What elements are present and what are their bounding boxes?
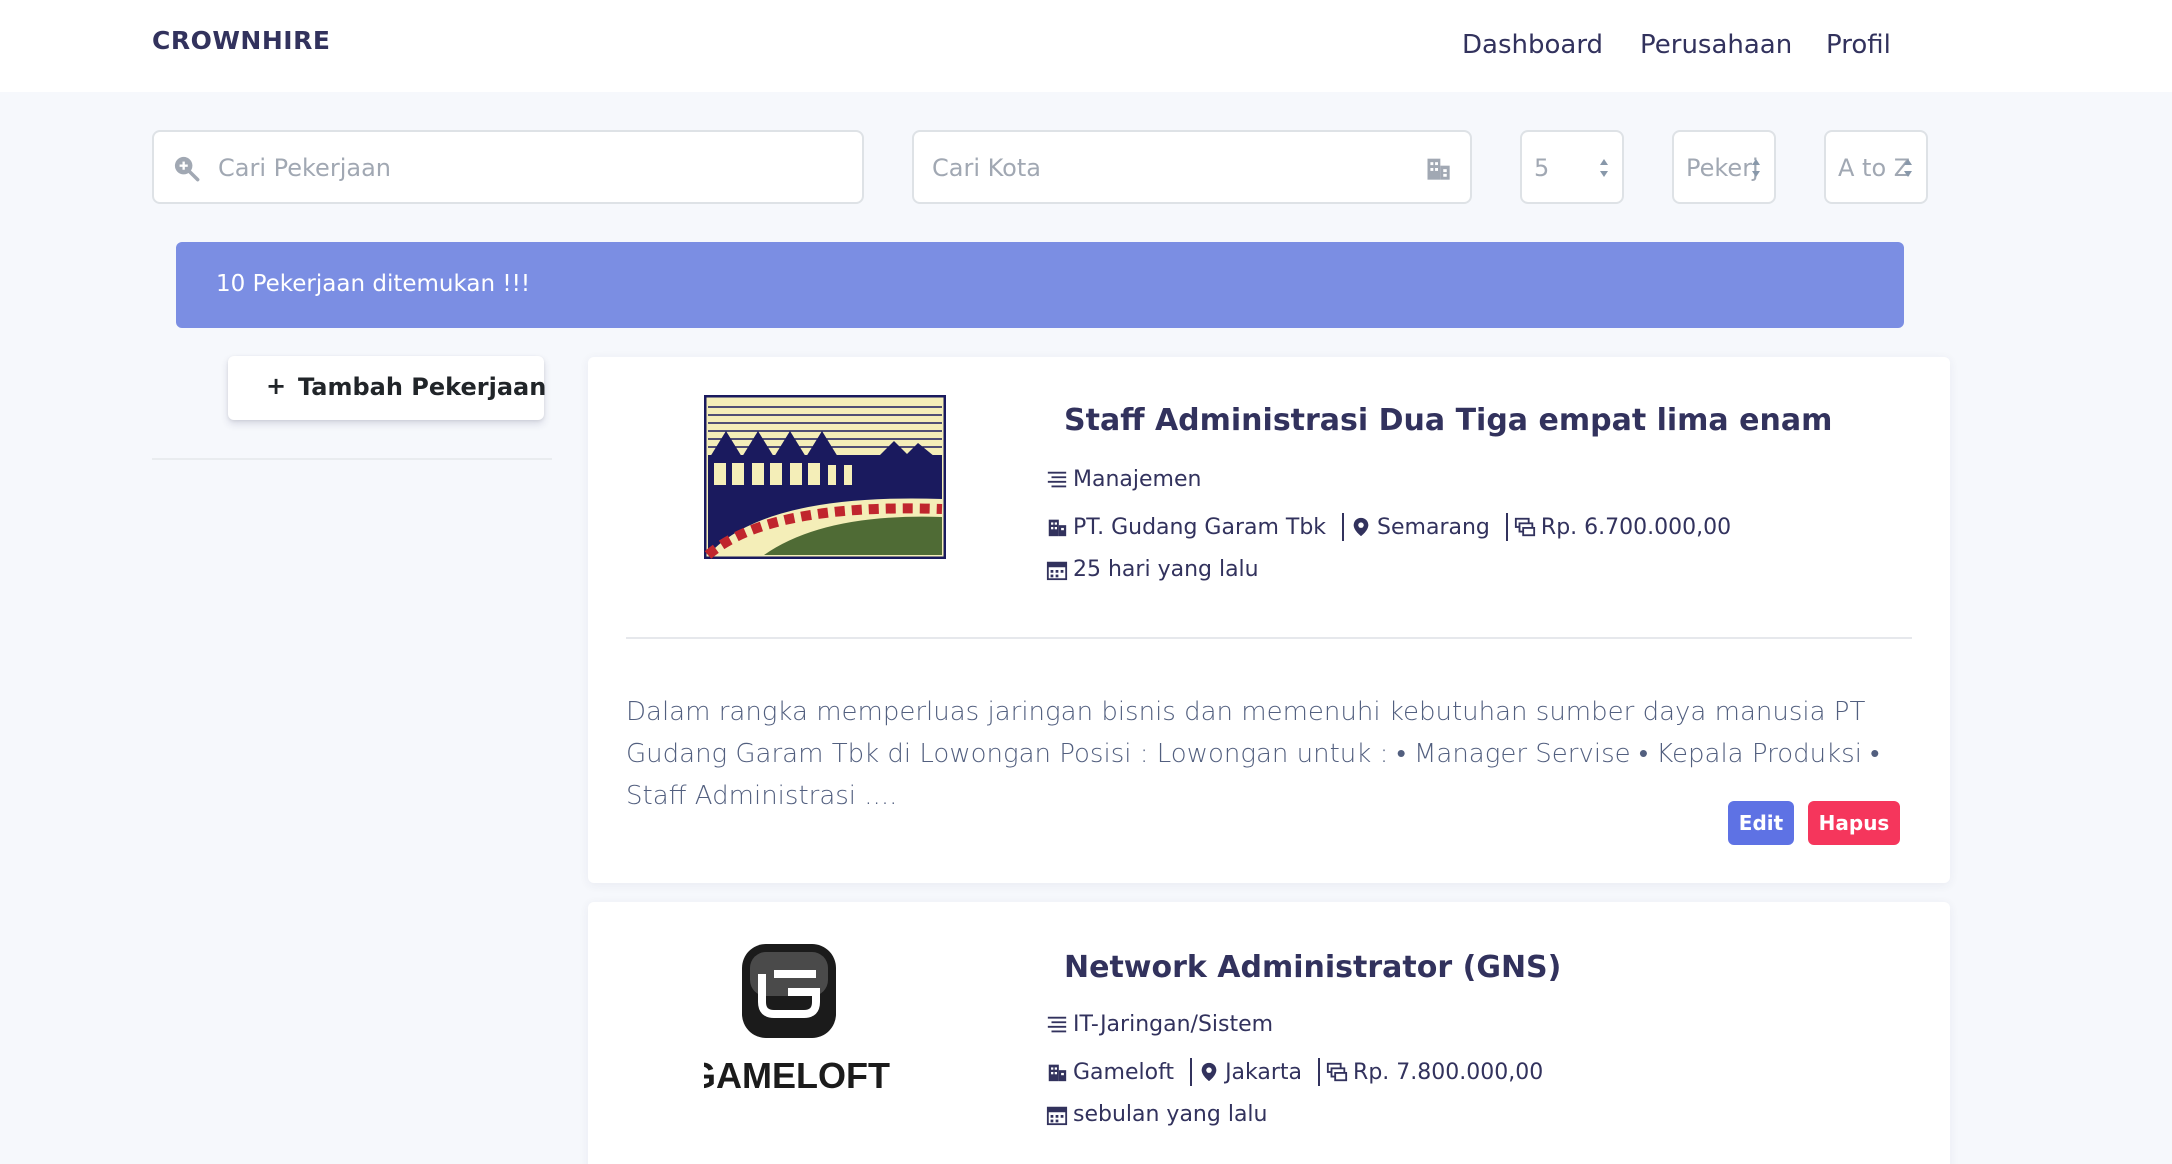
- job-card: Staff Administrasi Dua Tiga empat lima e…: [588, 357, 1950, 883]
- map-pin-icon: [1201, 1062, 1217, 1082]
- meta-separator: [1505, 513, 1508, 541]
- job-category: Manajemen: [1046, 467, 1201, 492]
- select-arrows-icon: [1752, 159, 1760, 177]
- gudang-garam-logo: [704, 395, 946, 559]
- add-job-label: Tambah Pekerjaan: [298, 373, 547, 401]
- category-value: Pekerj: [1686, 154, 1759, 182]
- align-lines-icon: [1047, 471, 1067, 487]
- delete-button[interactable]: Hapus: [1808, 801, 1900, 845]
- edit-button[interactable]: Edit: [1728, 801, 1794, 845]
- job-category-text: IT-Jaringan/Sistem: [1073, 1012, 1274, 1037]
- building-icon: [1048, 519, 1067, 537]
- select-arrows-icon: [1904, 159, 1912, 177]
- search-job-placeholder: Cari Pekerjaan: [218, 154, 391, 182]
- search-city-placeholder: Cari Kota: [932, 154, 1041, 182]
- per-page-select[interactable]: 5: [1520, 130, 1624, 204]
- job-salary-text: Rp. 7.800.000,00: [1353, 1059, 1544, 1085]
- nav-link-dashboard[interactable]: Dashboard: [1462, 30, 1603, 60]
- align-lines-icon: [1047, 1016, 1067, 1032]
- nav-link-profil[interactable]: Profil: [1826, 30, 1891, 60]
- job-category-text: Manajemen: [1073, 467, 1202, 492]
- meta-separator: [1342, 513, 1345, 541]
- job-company-text: PT. Gudang Garam Tbk: [1073, 514, 1327, 540]
- job-title[interactable]: Staff Administrasi Dua Tiga empat lima e…: [1064, 403, 1832, 438]
- category-select[interactable]: Pekerj: [1672, 130, 1776, 204]
- plus-icon: +: [266, 372, 287, 400]
- job-card: GAMELOFT Network Administrator (GNS) IT-…: [588, 902, 1950, 1164]
- calendar-icon: [1046, 561, 1068, 580]
- job-title[interactable]: Network Administrator (GNS): [1064, 950, 1561, 985]
- sort-value: A to Z: [1838, 154, 1911, 182]
- job-company-row: PT. Gudang Garam Tbk Semarang Rp. 6.700.…: [1046, 513, 1731, 541]
- results-count-text: 10 Pekerjaan ditemukan !!!: [216, 271, 531, 297]
- brand-logo[interactable]: CROWNHIRE: [152, 26, 330, 55]
- job-city-text: Jakarta: [1225, 1059, 1303, 1085]
- job-posted-text: 25 hari yang lalu: [1073, 557, 1259, 582]
- job-salary-text: Rp. 6.700.000,00: [1540, 514, 1732, 540]
- search-job-input[interactable]: Cari Pekerjaan: [152, 130, 864, 204]
- search-plus-icon: [174, 156, 200, 182]
- job-company-text: Gameloft: [1073, 1059, 1175, 1085]
- search-city-input[interactable]: Cari Kota: [912, 130, 1472, 204]
- meta-separator: [1318, 1058, 1321, 1086]
- svg-text:GAMELOFT: GAMELOFT: [704, 1055, 890, 1096]
- building-icon: [1048, 1064, 1067, 1082]
- job-posted: sebulan yang lalu: [1046, 1102, 1268, 1127]
- job-description: Dalam rangka memperluas jaringan bisnis …: [626, 697, 1880, 811]
- job-city-text: Semarang: [1377, 514, 1490, 540]
- job-posted-text: sebulan yang lalu: [1073, 1102, 1268, 1127]
- job-company-row: Gameloft Jakarta Rp. 7.800.000,00: [1046, 1058, 1543, 1086]
- nav-link-perusahaan[interactable]: Perusahaan: [1640, 30, 1792, 60]
- calendar-icon: [1046, 1106, 1068, 1125]
- sort-select[interactable]: A to Z: [1824, 130, 1928, 204]
- money-icon: [1326, 1062, 1348, 1082]
- meta-separator: [1190, 1058, 1193, 1086]
- card-divider: [626, 637, 1912, 639]
- results-alert: 10 Pekerjaan ditemukan !!!: [176, 242, 1904, 328]
- job-posted: 25 hari yang lalu: [1046, 557, 1259, 582]
- job-category: IT-Jaringan/Sistem: [1046, 1012, 1273, 1037]
- per-page-value: 5: [1534, 154, 1550, 182]
- sidebar-divider: [152, 458, 552, 460]
- building-icon: [1427, 158, 1450, 180]
- add-job-button[interactable]: + Tambah Pekerjaan: [228, 356, 547, 420]
- money-icon: [1514, 517, 1535, 537]
- select-arrows-icon: [1600, 159, 1608, 177]
- gameloft-logo: GAMELOFT: [704, 944, 890, 1096]
- map-pin-icon: [1353, 517, 1369, 537]
- top-navbar: CROWNHIRE Dashboard Perusahaan Profil: [0, 0, 2172, 92]
